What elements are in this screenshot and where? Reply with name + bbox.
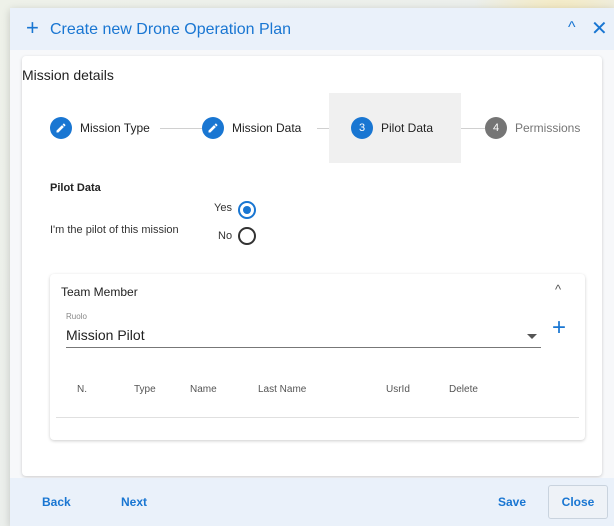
pencil-icon: [202, 117, 224, 139]
radio-no[interactable]: [238, 227, 257, 245]
close-icon[interactable]: ✕: [591, 16, 608, 41]
close-button[interactable]: Close: [548, 485, 608, 519]
card-title: Mission details: [22, 67, 114, 83]
chevron-up-icon[interactable]: ^: [555, 282, 561, 297]
mission-details-card: Mission details Mission Type Mission Dat…: [22, 56, 602, 476]
radio-no-row[interactable]: No: [218, 227, 257, 245]
column-header: N.: [77, 384, 87, 395]
radio-yes[interactable]: [237, 201, 256, 219]
back-button[interactable]: Back: [42, 495, 71, 509]
pilot-data-heading: Pilot Data: [50, 182, 101, 194]
step-label: Mission Data: [232, 121, 302, 135]
step-label: Permissions: [515, 121, 581, 135]
step-pilot-data[interactable]: 3 Pilot Data: [329, 93, 461, 163]
column-header: UsrId: [386, 384, 410, 395]
step-mission-data[interactable]: Mission Data: [202, 93, 301, 163]
ruolo-value: Mission Pilot: [66, 327, 145, 343]
radio-yes-row[interactable]: Yes: [214, 201, 256, 219]
step-connector: [160, 128, 202, 129]
dialog-title: Create new Drone Operation Plan: [50, 21, 292, 38]
column-header: Type: [134, 384, 156, 395]
dialog-header: + Create new Drone Operation Plan ^ ✕: [10, 8, 614, 50]
chevron-up-icon[interactable]: ^: [568, 19, 576, 37]
column-header: Last Name: [258, 384, 307, 395]
column-header: Delete: [449, 384, 478, 395]
team-member-title: Team Member: [61, 285, 138, 299]
add-member-button[interactable]: +: [552, 314, 566, 342]
ruolo-select[interactable]: Mission Pilot: [66, 324, 541, 348]
step-number: 4: [485, 117, 507, 139]
pilot-question: I'm the pilot of this mission: [50, 224, 179, 236]
step-number: 3: [351, 117, 373, 139]
radio-yes-label: Yes: [214, 202, 232, 214]
table-divider: [56, 417, 579, 418]
step-mission-type[interactable]: Mission Type: [50, 93, 150, 163]
next-button[interactable]: Next: [121, 495, 147, 509]
save-button[interactable]: Save: [498, 495, 526, 509]
step-permissions[interactable]: 4 Permissions: [485, 93, 580, 163]
operation-plan-dialog: + Create new Drone Operation Plan ^ ✕ Mi…: [10, 8, 614, 526]
ruolo-label: Ruolo: [66, 312, 87, 321]
plus-icon: +: [26, 15, 39, 40]
dropdown-arrow-icon: [527, 334, 537, 339]
team-member-panel: Team Member ^ Ruolo Mission Pilot + N. T…: [50, 274, 585, 440]
column-header: Name: [190, 384, 217, 395]
stepper: Mission Type Mission Data 3 Pilot Data 4…: [22, 93, 602, 163]
step-label: Pilot Data: [381, 121, 434, 135]
radio-no-label: No: [218, 230, 233, 242]
step-label: Mission Type: [80, 121, 150, 135]
dialog-footer: Back Next Save Close: [10, 478, 614, 526]
pencil-icon: [50, 117, 72, 139]
